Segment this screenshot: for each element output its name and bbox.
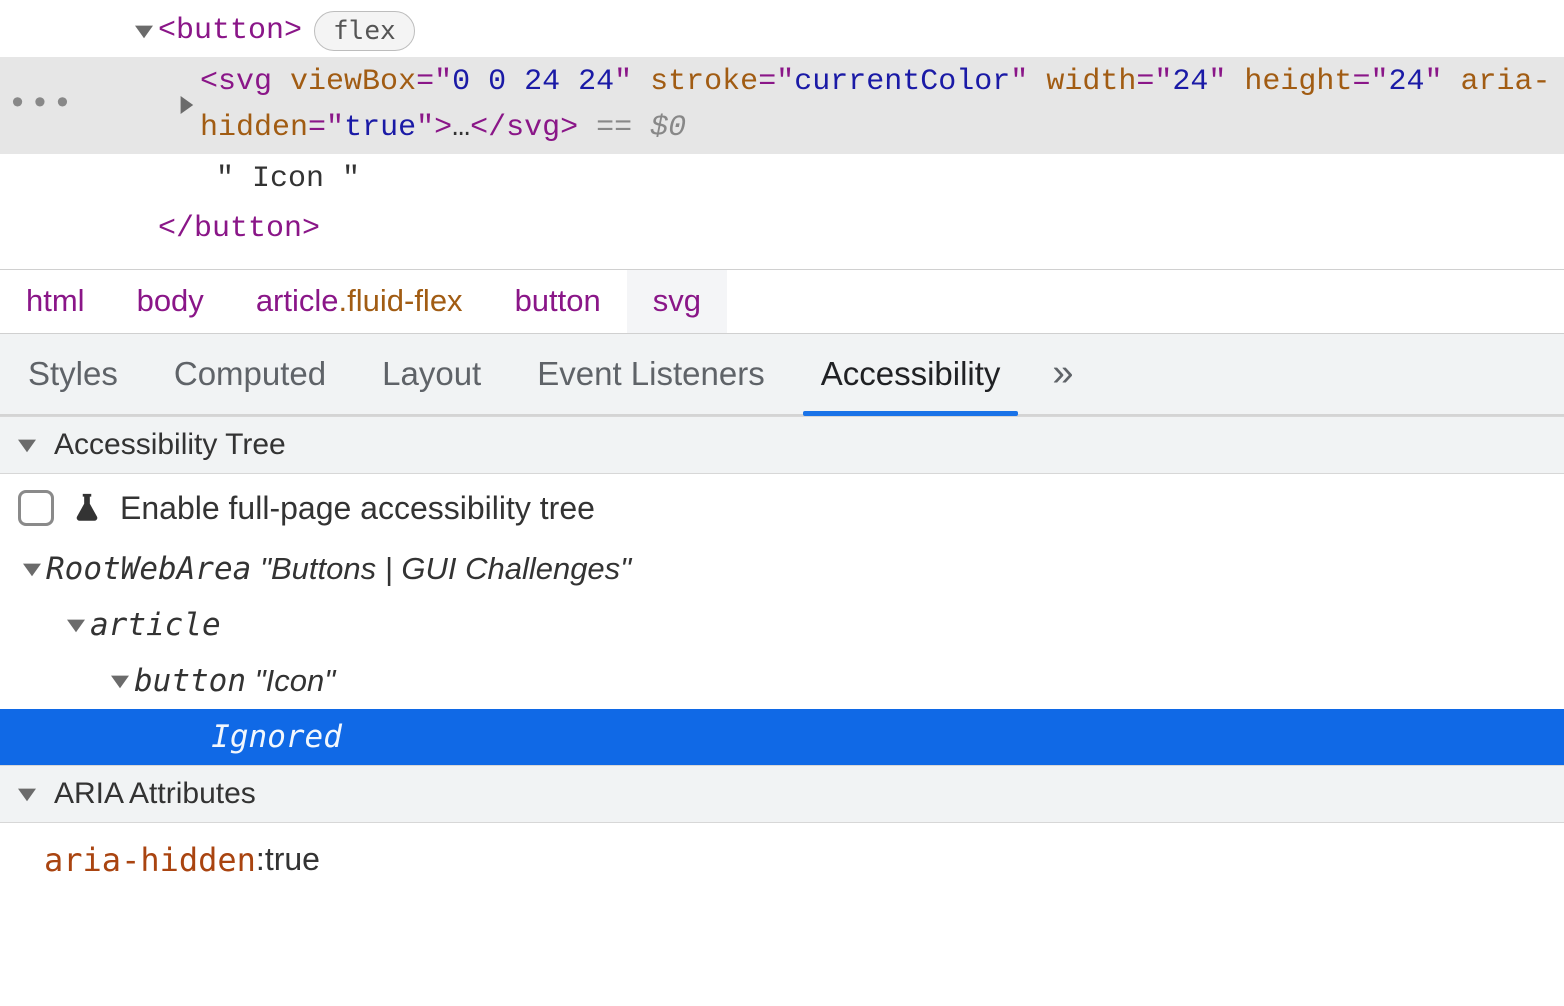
section-accessibility-tree[interactable]: Accessibility Tree xyxy=(0,416,1564,474)
breadcrumb-svg[interactable]: svg xyxy=(627,270,727,333)
tab-styles[interactable]: Styles xyxy=(0,334,146,414)
breadcrumb-body[interactable]: body xyxy=(111,270,230,333)
tree-toggle-icon[interactable] xyxy=(18,560,46,578)
section-title: Accessibility Tree xyxy=(54,428,286,462)
ellipsis-icon[interactable]: ••• xyxy=(7,79,74,132)
side-panel-tabs: Styles Computed Layout Event Listeners A… xyxy=(0,334,1564,416)
breadcrumb-button[interactable]: button xyxy=(489,270,627,333)
breadcrumb: html body article.fluid-flex button svg xyxy=(0,270,1564,334)
tab-accessibility[interactable]: Accessibility xyxy=(793,334,1029,414)
flex-badge[interactable]: flex xyxy=(314,11,415,51)
accessibility-tree-body: Enable full-page accessibility tree Root… xyxy=(0,474,1564,765)
breadcrumb-html[interactable]: html xyxy=(0,270,111,333)
button-close-tag: </button> xyxy=(158,206,320,253)
gutter-selected[interactable]: ••• xyxy=(10,79,72,132)
selected-node-ref: == $0 xyxy=(596,111,686,145)
tab-computed[interactable]: Computed xyxy=(146,334,354,414)
tree-ignored[interactable]: Ignored xyxy=(0,709,1564,765)
enable-checkbox[interactable] xyxy=(18,490,54,526)
enable-full-page-tree-row: Enable full-page accessibility tree xyxy=(0,480,1564,541)
aria-attribute-row: aria-hidden: true xyxy=(0,823,1564,897)
dom-node-button[interactable]: <button> flex xyxy=(0,6,1564,57)
dom-tree: <button> flex ••• <svg viewBox="0 0 24 2… xyxy=(0,0,1564,270)
tree-root[interactable]: RootWebArea "Buttons | GUI Challenges" xyxy=(0,541,1564,597)
section-toggle-icon[interactable] xyxy=(18,785,46,803)
dom-node-svg[interactable]: ••• <svg viewBox="0 0 24 24" stroke="cur… xyxy=(0,57,1564,154)
tree-toggle-icon[interactable] xyxy=(106,672,134,690)
tree-article[interactable]: article xyxy=(0,597,1564,653)
dom-node-button-close[interactable]: </button> xyxy=(0,204,1564,255)
aria-attr-name: aria-hidden xyxy=(44,841,256,879)
section-toggle-icon[interactable] xyxy=(18,436,46,454)
tab-layout[interactable]: Layout xyxy=(354,334,509,414)
text-node-value: " Icon " xyxy=(216,156,360,203)
aria-attr-value: true xyxy=(265,841,320,878)
tree-toggle-icon[interactable] xyxy=(62,616,90,634)
enable-label: Enable full-page accessibility tree xyxy=(120,490,595,527)
breadcrumb-article[interactable]: article.fluid-flex xyxy=(230,270,489,333)
section-title: ARIA Attributes xyxy=(54,777,256,811)
expand-toggle-icon[interactable] xyxy=(130,22,158,40)
section-aria-attributes[interactable]: ARIA Attributes xyxy=(0,765,1564,823)
experiment-beaker-icon xyxy=(70,491,104,525)
tree-button[interactable]: button "Icon" xyxy=(0,653,1564,709)
button-open-tag: <button> xyxy=(158,8,302,55)
expand-toggle-icon[interactable] xyxy=(172,96,200,114)
tabs-overflow-icon[interactable]: » xyxy=(1028,352,1097,395)
tab-event-listeners[interactable]: Event Listeners xyxy=(509,334,792,414)
svg-element-code: <svg viewBox="0 0 24 24" stroke="current… xyxy=(200,59,1564,152)
dom-text-node[interactable]: " Icon " xyxy=(0,154,1564,205)
